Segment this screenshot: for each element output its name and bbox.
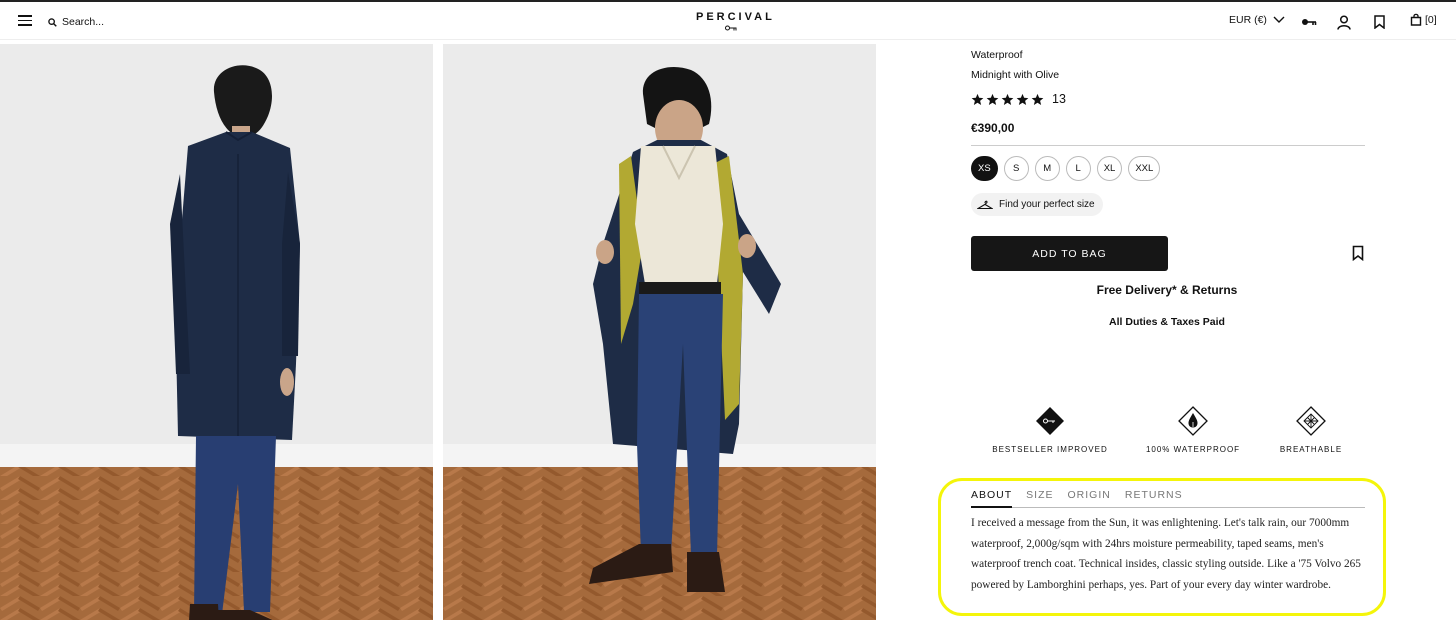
product-colour: Midnight with Olive (971, 69, 1060, 81)
raindrop-diamond-icon (1178, 406, 1208, 436)
bag-count: [0] (1425, 13, 1437, 26)
star-icon (986, 93, 999, 105)
size-selector: XS S M L XL XXL (971, 156, 1161, 181)
key-diamond-icon (1036, 407, 1064, 435)
delivery-text[interactable]: Free Delivery* & Returns (1067, 283, 1267, 297)
bookmark-icon[interactable] (1350, 245, 1366, 261)
star-icon (1001, 93, 1014, 105)
product-feature-line: Waterproof (971, 49, 1023, 61)
star-icon (971, 93, 984, 105)
tab-size[interactable]: SIZE (1026, 488, 1053, 508)
feature-bestseller: BESTSELLER IMPROVED (985, 406, 1115, 454)
currency-label: EUR (€) (1229, 14, 1267, 26)
star-icon (1031, 93, 1044, 105)
find-size-label: Find your perfect size (999, 199, 1095, 210)
review-count[interactable]: 13 (1052, 92, 1066, 106)
hanger-icon (977, 200, 993, 210)
currency-selector[interactable]: EUR (€) (1229, 14, 1285, 26)
account-icon[interactable] (1335, 13, 1353, 31)
size-option-m[interactable]: M (1034, 156, 1060, 181)
bag-icon (1410, 13, 1422, 26)
tab-returns[interactable]: RETURNS (1125, 488, 1183, 508)
tab-about[interactable]: ABOUT (971, 488, 1013, 508)
star-icon (1016, 93, 1029, 105)
find-size-button[interactable]: Find your perfect size (971, 193, 1103, 216)
bag-button[interactable]: [0] (1410, 13, 1437, 26)
search-icon (48, 17, 57, 27)
tab-origin[interactable]: ORIGIN (1068, 488, 1111, 508)
menu-icon[interactable] (18, 15, 32, 26)
size-option-xs[interactable]: XS (971, 156, 998, 181)
search-placeholder: Search... (62, 16, 105, 28)
size-option-s[interactable]: S (1003, 156, 1029, 181)
product-image-front[interactable] (443, 44, 876, 620)
mesh-diamond-icon (1296, 406, 1326, 436)
feature-label: BREATHABLE (1279, 445, 1343, 454)
product-price: €390,00 (971, 121, 1015, 135)
top-nav-bar: Search... PERCIVAL EUR (€) [0] (0, 0, 1456, 40)
feature-label: 100% WATERPROOF (1145, 445, 1241, 454)
key-icon[interactable] (1300, 13, 1318, 31)
divider (971, 145, 1365, 146)
size-option-l[interactable]: L (1065, 156, 1091, 181)
feature-breathable: BREATHABLE (1246, 406, 1376, 454)
about-description: I received a message from the Sun, it wa… (971, 517, 1361, 591)
product-image-back[interactable] (0, 44, 433, 620)
size-option-xxl[interactable]: XXL (1128, 156, 1161, 181)
bookmark-icon[interactable] (1370, 13, 1388, 31)
size-option-xl[interactable]: XL (1096, 156, 1123, 181)
rating-stars[interactable]: 13 (971, 92, 1066, 106)
add-to-bag-button[interactable]: ADD TO BAG (971, 236, 1168, 271)
key-logo-icon (725, 25, 737, 31)
chevron-down-icon (1273, 16, 1285, 23)
brand-logo[interactable]: PERCIVAL (696, 11, 772, 23)
feature-waterproof: 100% WATERPROOF (1128, 406, 1258, 454)
duties-text: All Duties & Taxes Paid (1109, 316, 1225, 328)
search-input[interactable]: Search... (48, 14, 104, 30)
product-tabs: ABOUT SIZE ORIGIN RETURNS (971, 488, 1365, 508)
feature-label: BESTSELLER IMPROVED (992, 445, 1108, 454)
